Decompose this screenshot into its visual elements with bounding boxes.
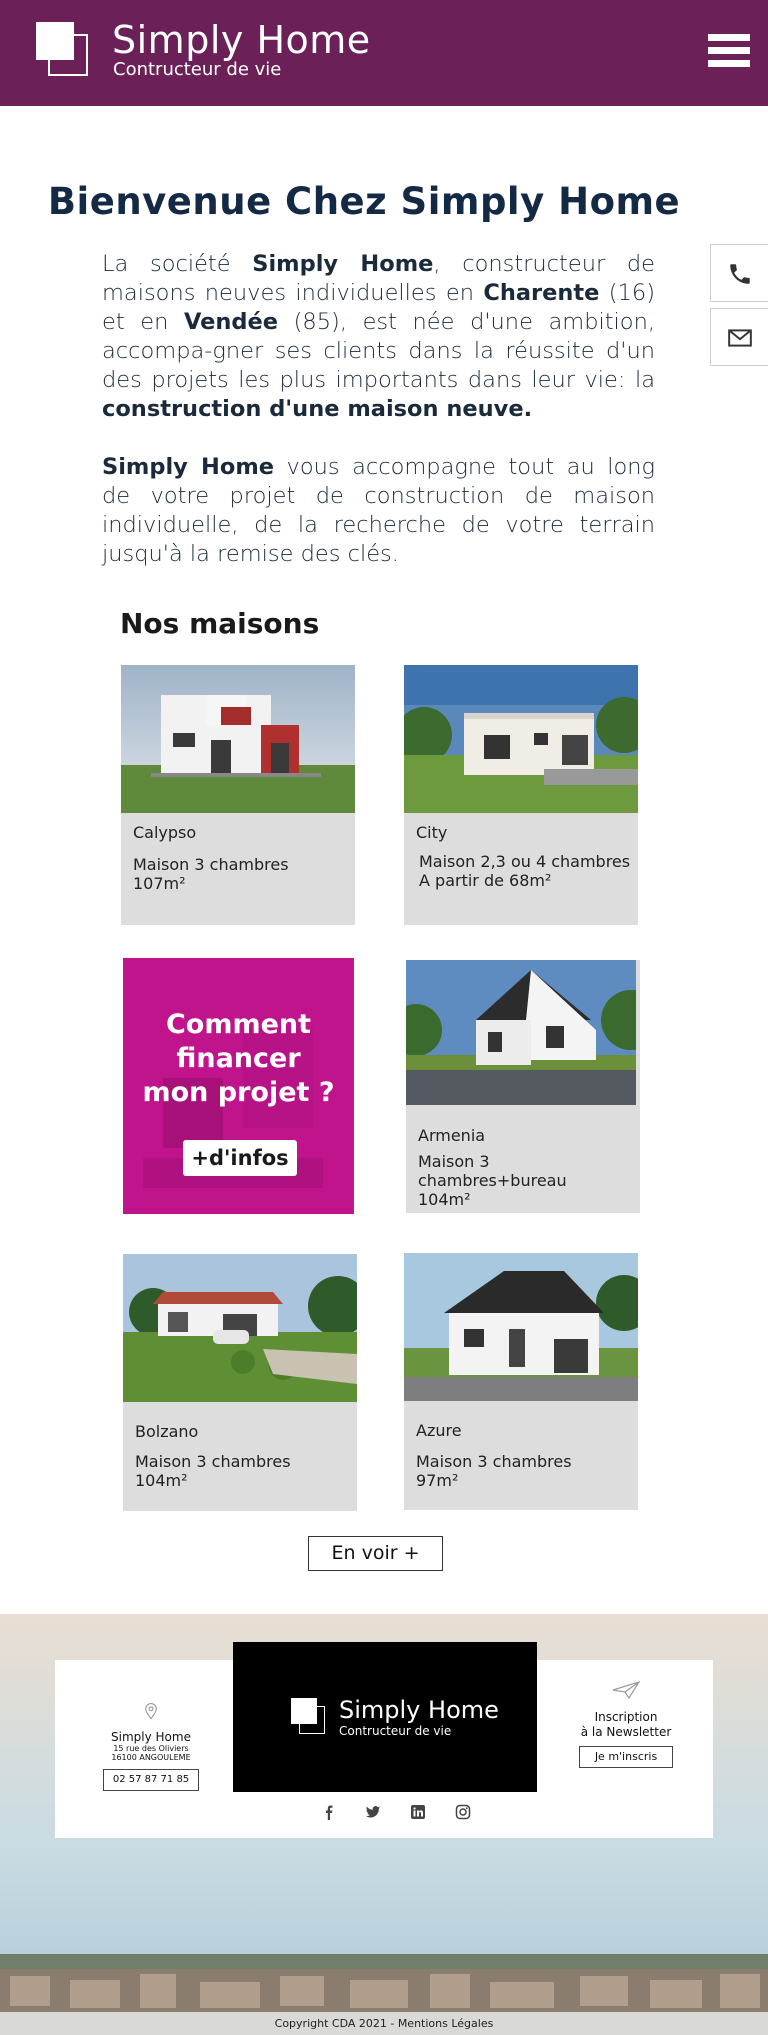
- instagram-icon[interactable]: [455, 1804, 471, 1820]
- house-name[interactable]: Calypso: [133, 823, 196, 842]
- house-name[interactable]: City: [416, 823, 447, 842]
- linkedin-icon[interactable]: [410, 1804, 426, 1820]
- newsletter-subscribe-button[interactable]: Je m'inscris: [579, 1746, 673, 1768]
- house-desc: Maison 3 chambres 104m²: [135, 1452, 291, 1490]
- house-desc: Maison 3 chambres 97m²: [416, 1452, 572, 1490]
- intro-paragraph-1: La société Simply Home, constructeur de …: [102, 251, 655, 422]
- house-name[interactable]: Armenia: [418, 1126, 485, 1145]
- phone-icon: [730, 264, 750, 284]
- house-desc: Maison 3 chambres+bureau 104m²: [418, 1152, 567, 1209]
- house-card-bolzano[interactable]: Bolzano Maison 3 chambres 104m²: [123, 1254, 357, 1511]
- intro-text: La société Simply Home, constructeur de …: [102, 250, 655, 598]
- mail-button[interactable]: [710, 308, 768, 366]
- hamburger-menu-icon[interactable]: [708, 34, 750, 74]
- facebook-icon[interactable]: [321, 1804, 337, 1820]
- intro-paragraph-2: Simply Home vous accompagne tout au long…: [102, 454, 655, 567]
- house-card-azure[interactable]: Azure Maison 3 chambres 97m²: [404, 1253, 638, 1510]
- financing-promo[interactable]: Comment financer mon projet ? +d'infos: [123, 958, 354, 1214]
- house-image[interactable]: [406, 960, 636, 1105]
- house-desc: Maison 2,3 ou 4 chambres A partir de 68m²: [419, 852, 631, 890]
- house-image[interactable]: [123, 1254, 357, 1402]
- social-links: [311, 1804, 471, 1824]
- house-image[interactable]: [404, 665, 638, 813]
- logo-icon[interactable]: [36, 22, 88, 78]
- footer-newsletter: Inscription à la Newsletter Je m'inscris: [565, 1680, 687, 1768]
- brand-subtitle: Contructeur de vie: [113, 59, 282, 80]
- house-name[interactable]: Azure: [416, 1421, 462, 1440]
- see-more-button[interactable]: En voir +: [308, 1536, 443, 1571]
- paper-plane-icon: [612, 1680, 641, 1700]
- site-header: Simply Home Contructeur de vie: [0, 0, 768, 106]
- footer-box: Simply Home 15 rue des Oliviers 16100 AN…: [55, 1642, 713, 1838]
- house-desc: Maison 3 chambres 107m²: [133, 855, 289, 893]
- more-info-button[interactable]: +d'infos: [183, 1140, 297, 1176]
- page-title: Bienvenue Chez Simply Home: [47, 180, 681, 223]
- mail-icon: [728, 329, 752, 347]
- section-title: Nos maisons: [120, 607, 320, 640]
- house-card-armenia[interactable]: Armenia Maison 3 chambres+bureau 104m²: [406, 960, 640, 1213]
- site-footer: Simply Home 15 rue des Oliviers 16100 AN…: [0, 1614, 768, 2035]
- house-image[interactable]: [404, 1253, 638, 1401]
- house-card-calypso[interactable]: Calypso Maison 3 chambres 107m²: [121, 665, 355, 925]
- footer-city: 16100 ANGOULEME: [111, 1753, 191, 1762]
- footer-street: 15 rue des Oliviers: [113, 1744, 189, 1753]
- phone-button[interactable]: [710, 244, 768, 302]
- footer-company-name: Simply Home: [111, 1730, 191, 1744]
- footer-address: Simply Home 15 rue des Oliviers 16100 AN…: [95, 1700, 207, 1791]
- copyright-text[interactable]: Copyright CDA 2021 - Mentions Légales: [0, 2012, 768, 2035]
- promo-text: Comment financer mon projet ?: [142, 1009, 335, 1108]
- newsletter-label: Inscription à la Newsletter: [580, 1710, 672, 1739]
- footer-logo-title: Simply Home: [339, 1696, 499, 1724]
- footer-logo[interactable]: Simply Home Contructeur de vie: [233, 1642, 537, 1792]
- brand-title[interactable]: Simply Home: [112, 18, 371, 62]
- house-card-city[interactable]: City Maison 2,3 ou 4 chambres A partir de…: [404, 665, 638, 925]
- footer-phone-button[interactable]: 02 57 87 71 85: [103, 1769, 199, 1791]
- footer-logo-subtitle: Contructeur de vie: [339, 1724, 452, 1738]
- twitter-icon[interactable]: [365, 1804, 381, 1820]
- location-pin-icon: [145, 1702, 157, 1720]
- house-image[interactable]: [121, 665, 355, 813]
- house-name[interactable]: Bolzano: [135, 1422, 198, 1441]
